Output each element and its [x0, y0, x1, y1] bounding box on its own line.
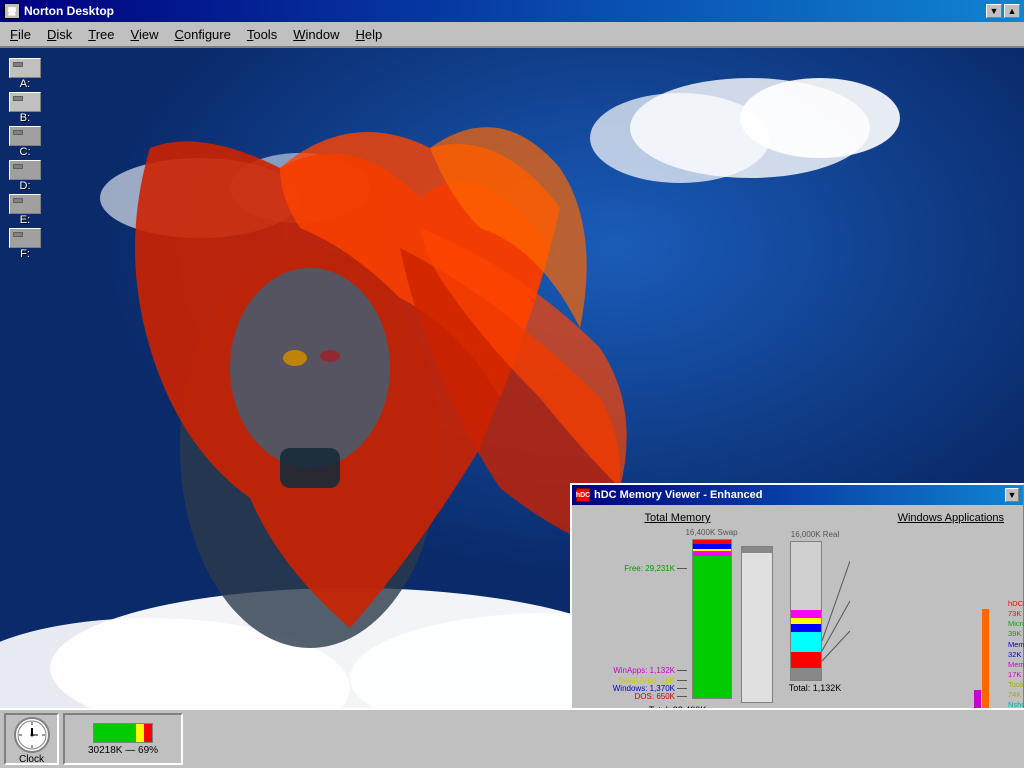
- desktop: A: B: C: D: E: F: hDC hDC Memory View: [0, 48, 1024, 768]
- swap-bar-container: [738, 528, 776, 703]
- real-memory-bar: [790, 541, 822, 681]
- menu-file[interactable]: File: [2, 25, 39, 44]
- drive-a-label: A:: [20, 78, 30, 90]
- taskbar: Clock 30218K — 69%: [0, 708, 1024, 768]
- total-memory-bar: [692, 539, 732, 699]
- label-dos: DOS: 650K: [635, 692, 687, 701]
- title-bar: 🖥 Norton Desktop ▼ ▲: [0, 0, 1024, 22]
- real-memory-total: Total: 1,132K: [789, 683, 842, 693]
- windows-apps-label: Windows Applications: [854, 512, 1024, 524]
- app-label-1: hDCLib: 73K: [1008, 599, 1024, 619]
- drive-d-icon: [9, 160, 41, 180]
- swap-bar: [741, 546, 773, 703]
- menu-view[interactable]: View: [123, 25, 167, 44]
- memory-window-close[interactable]: ▼: [1005, 488, 1019, 502]
- drive-b[interactable]: B:: [0, 92, 50, 124]
- drive-c[interactable]: C:: [0, 126, 50, 158]
- drive-e-label: E:: [20, 214, 30, 226]
- menu-bar: File Disk Tree View Configure Tools Wind…: [0, 22, 1024, 48]
- clock-face: [14, 717, 50, 753]
- clock-label: Clock: [19, 754, 44, 765]
- clock-widget[interactable]: Clock: [4, 713, 59, 765]
- menu-configure[interactable]: Configure: [166, 25, 238, 44]
- drive-a-icon: [9, 58, 41, 78]
- total-memory-label: Total Memory: [579, 512, 776, 524]
- swap-empty: [742, 553, 772, 702]
- app-label-2: MicroMen: 39K: [1008, 619, 1024, 639]
- mem-red-segment: [144, 724, 152, 742]
- app-icon: 🖥: [4, 3, 20, 19]
- real-bar-area: [780, 541, 850, 681]
- sidebar: A: B: C: D: E: F:: [0, 58, 55, 260]
- menu-disk[interactable]: Disk: [39, 25, 80, 44]
- memory-window-icon: hDC: [576, 488, 590, 502]
- menu-help[interactable]: Help: [347, 25, 390, 44]
- app-title: Norton Desktop: [24, 4, 114, 18]
- app-label-5: Toolmail: 74K: [1008, 680, 1024, 700]
- menu-window[interactable]: Window: [285, 25, 347, 44]
- free-segment: [693, 556, 731, 698]
- title-bar-controls: ▼ ▲: [986, 4, 1020, 18]
- drive-f-label: F:: [20, 248, 30, 260]
- drive-f[interactable]: F:: [0, 228, 50, 260]
- drive-c-label: C:: [20, 146, 31, 158]
- mem-yellow-segment: [136, 724, 144, 742]
- drive-e[interactable]: E:: [0, 194, 50, 226]
- memory-color-bar: [93, 723, 153, 743]
- real-memory-label-top: 16,000K Real: [791, 530, 839, 539]
- drive-a[interactable]: A:: [0, 58, 50, 90]
- drive-b-label: B:: [20, 112, 30, 124]
- memory-status-text: 30218K — 69%: [88, 745, 158, 756]
- app-label-3: MemView: 32K: [1008, 640, 1024, 660]
- swap-label: 16,400K Swap: [685, 528, 737, 537]
- maximize-button[interactable]: ▲: [1004, 4, 1020, 18]
- drive-c-icon: [9, 126, 41, 146]
- drive-d-label: D:: [20, 180, 31, 192]
- memory-title-bar: hDC hDC Memory Viewer - Enhanced ▼: [572, 485, 1023, 505]
- clock-svg: [16, 719, 48, 751]
- mem-green-segment: [94, 724, 136, 742]
- drive-f-icon: [9, 228, 41, 248]
- memory-status-widget[interactable]: 30218K — 69%: [63, 713, 183, 765]
- total-bar-container: 16,400K Swap: [689, 528, 734, 703]
- drive-d[interactable]: D:: [0, 160, 50, 192]
- app-label-4: MemGraph: 17K: [1008, 660, 1024, 680]
- total-memory-labels: Free: 29,231K WinApps: 1,132K Swap Area:…: [579, 528, 689, 703]
- menu-tools[interactable]: Tools: [239, 25, 285, 44]
- drive-e-icon: [9, 194, 41, 214]
- memory-window-title: hDC Memory Viewer - Enhanced: [594, 489, 763, 501]
- menu-tree[interactable]: Tree: [80, 25, 122, 44]
- label-free: Free: 29,231K: [624, 564, 687, 573]
- drive-b-icon: [9, 92, 41, 112]
- minimize-button[interactable]: ▼: [986, 4, 1002, 18]
- label-winapps: WinApps: 1,132K: [613, 666, 687, 675]
